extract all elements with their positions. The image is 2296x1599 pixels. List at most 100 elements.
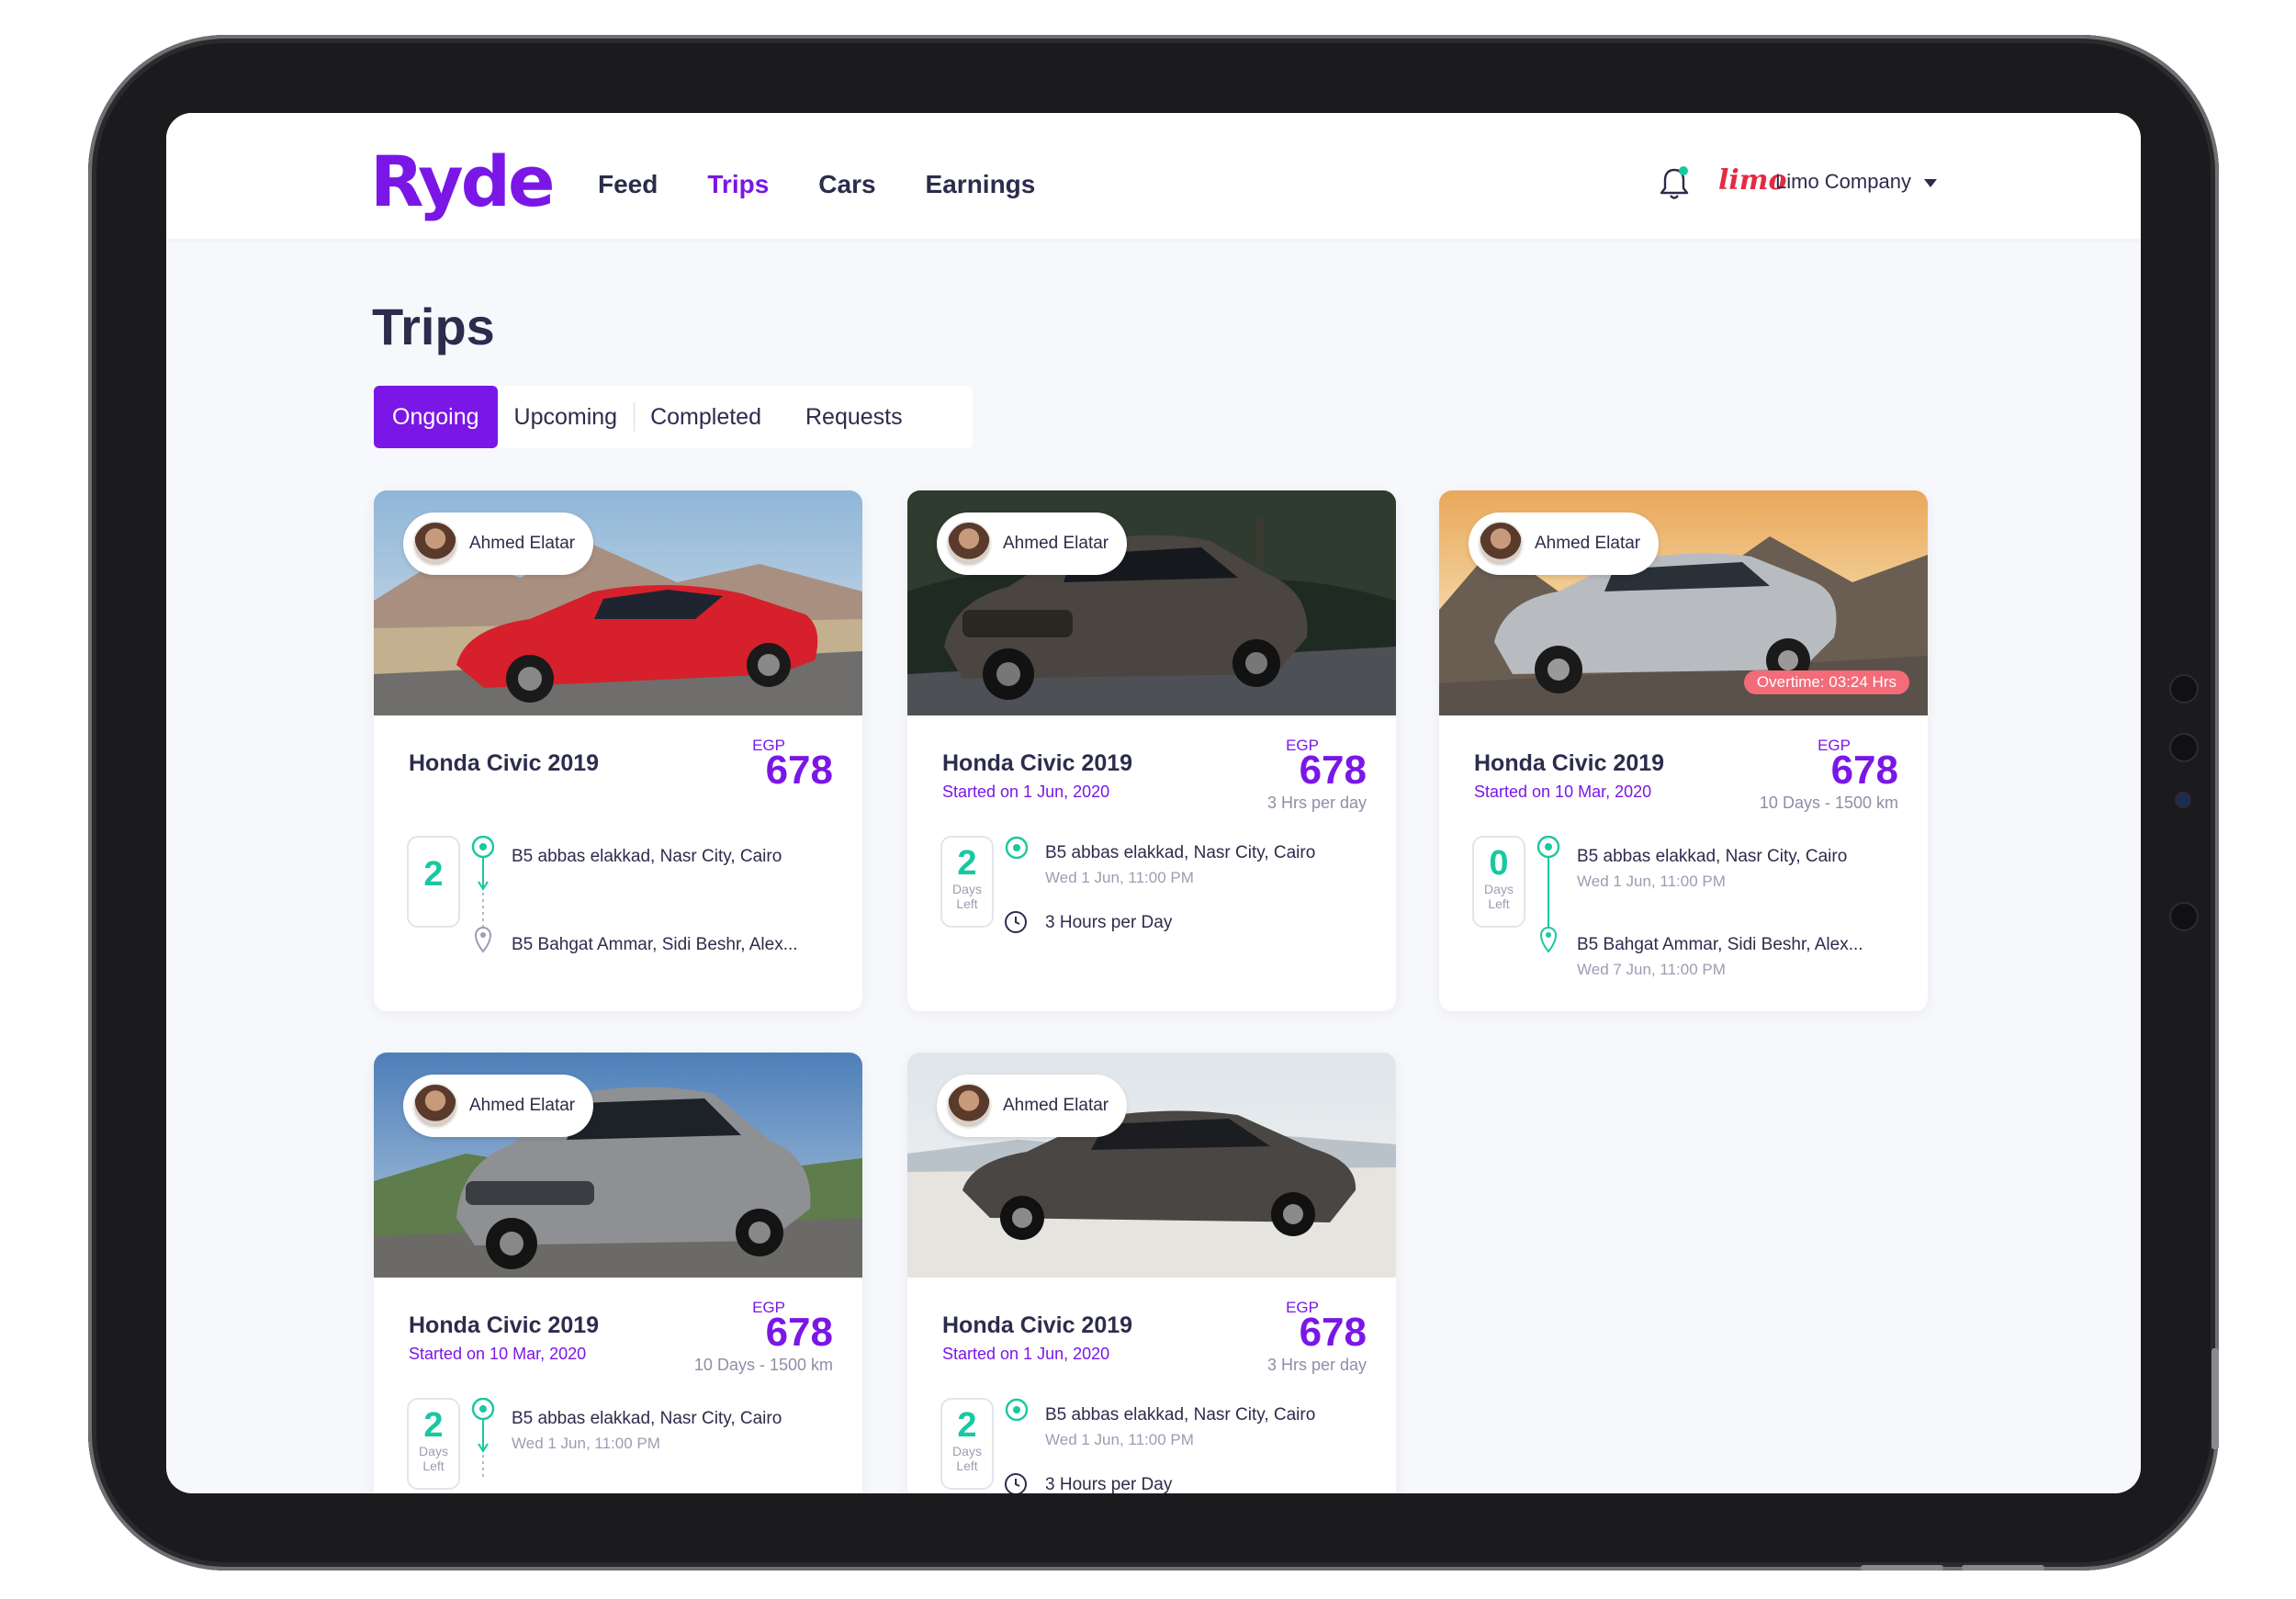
- route-icon: [471, 836, 495, 953]
- pickup-date: Wed 1 Jun, 11:00 PM: [1045, 869, 1194, 886]
- driver-name: Ahmed Elatar: [1535, 534, 1641, 553]
- days-label: Days: [1484, 882, 1514, 896]
- pickup-pin-icon: [1005, 1398, 1029, 1422]
- avatar: [412, 521, 458, 567]
- camera-lens: [2177, 794, 2189, 806]
- days-label: Days: [419, 1444, 448, 1458]
- left-label: Left: [956, 1458, 978, 1473]
- trip-price: 678: [765, 1310, 833, 1355]
- days-left-box: 2 Days Left: [940, 1398, 994, 1490]
- nav-trips[interactable]: Trips: [707, 170, 769, 199]
- pickup-date: Wed 1 Jun, 11:00 PM: [1045, 1431, 1194, 1448]
- driver-name: Ahmed Elatar: [469, 1096, 576, 1115]
- page-title: Trips: [372, 298, 495, 355]
- hours-per-day: 3 Hours per Day: [1045, 913, 1173, 932]
- dropoff-date: Wed 7 Jun, 11:00 PM: [1577, 961, 1726, 978]
- trip-price: 678: [1299, 748, 1367, 793]
- nav-feed[interactable]: Feed: [598, 170, 658, 199]
- driver-badge[interactable]: Ahmed Elatar: [403, 1075, 594, 1137]
- left-label: Left: [1488, 896, 1510, 911]
- days-left-box: 2: [407, 836, 460, 928]
- car-title: Honda Civic 2019: [942, 750, 1133, 776]
- driver-badge[interactable]: Ahmed Elatar: [403, 512, 594, 575]
- start-date: Started on 1 Jun, 2020: [942, 783, 1110, 801]
- pickup-location: B5 abbas elakkad, Nasr City, Cairo: [1045, 1405, 1316, 1424]
- days-left-box: 0 Days Left: [1472, 836, 1525, 928]
- route-icon: [1536, 836, 1560, 953]
- left-label: Left: [422, 1458, 445, 1473]
- avatar: [1478, 521, 1524, 567]
- driver-badge[interactable]: Ahmed Elatar: [937, 1075, 1128, 1137]
- days-left-count: 2: [423, 1406, 444, 1445]
- start-date: Started on 1 Jun, 2020: [942, 1345, 1110, 1363]
- pickup-pin-icon: [1005, 836, 1029, 860]
- power-button: [1861, 1565, 1943, 1571]
- days-left-count: 2: [423, 855, 444, 894]
- company-name[interactable]: Limo Company: [1775, 170, 1911, 194]
- trip-duration: 3 Hrs per day: [1266, 794, 1367, 812]
- power-button-2: [1962, 1565, 2044, 1571]
- nav-earnings[interactable]: Earnings: [926, 170, 1036, 199]
- days-left-count: 2: [957, 844, 977, 883]
- driver-badge[interactable]: Ahmed Elatar: [1469, 512, 1660, 575]
- ryde-logo[interactable]: Ryde: [370, 141, 556, 222]
- trip-price: 678: [1830, 748, 1898, 793]
- main-nav: Feed Trips Cars Earnings: [598, 170, 1035, 199]
- tab-upcoming[interactable]: Upcoming: [498, 386, 635, 448]
- car-title: Honda Civic 2019: [942, 1312, 1133, 1338]
- driver-name: Ahmed Elatar: [1003, 534, 1109, 553]
- days-left-count: 2: [957, 1406, 977, 1445]
- start-date: Started on 10 Mar, 2020: [1474, 783, 1652, 801]
- pickup-location: B5 abbas elakkad, Nasr City, Cairo: [512, 847, 782, 866]
- sensor-dot-3: [2171, 904, 2197, 929]
- pickup-location: B5 abbas elakkad, Nasr City, Cairo: [512, 1409, 782, 1428]
- clock-icon: [1005, 1473, 1027, 1493]
- avatar: [412, 1083, 458, 1129]
- pickup-date: Wed 1 Jun, 11:00 PM: [1577, 873, 1726, 890]
- avatar: [946, 1083, 992, 1129]
- driver-name: Ahmed Elatar: [1003, 1096, 1109, 1115]
- tab-completed[interactable]: Completed: [634, 386, 778, 448]
- days-label: Days: [952, 1444, 982, 1458]
- left-label: Left: [956, 896, 978, 911]
- tab-requests[interactable]: Requests: [778, 386, 919, 448]
- trip-price: 678: [1299, 1310, 1367, 1355]
- trip-tabs: Ongoing Upcoming Completed Requests: [374, 386, 973, 448]
- volume-button: [2212, 1348, 2219, 1449]
- car-title: Honda Civic 2019: [409, 1312, 600, 1338]
- app-screen: Ryde Feed Trips Cars Earnings limo Limo …: [166, 113, 2141, 1493]
- hours-per-day: 3 Hours per Day: [1045, 1475, 1173, 1493]
- overtime-badge: Overtime: 03:24 Hrs: [1743, 670, 1909, 694]
- caret-down-icon[interactable]: [1924, 179, 1937, 187]
- dropoff-location: B5 Bahgat Ammar, Sidi Beshr, Alex...: [512, 935, 798, 954]
- driver-badge[interactable]: Ahmed Elatar: [937, 512, 1128, 575]
- days-left-count: 0: [1489, 844, 1509, 883]
- pickup-location: B5 abbas elakkad, Nasr City, Cairo: [1045, 843, 1316, 862]
- route-icon: [471, 1398, 495, 1481]
- days-left-box: 2 Days Left: [407, 1398, 460, 1490]
- tab-ongoing[interactable]: Ongoing: [374, 386, 498, 448]
- trip-card[interactable]: Ahmed Elatar Overtime: 03:24 Hrs Honda C…: [1439, 490, 1928, 1011]
- trip-card[interactable]: Ahmed Elatar Honda Civic 2019 EGP 678 2 …: [374, 490, 862, 1011]
- trip-duration: 10 Days - 1500 km: [1759, 794, 1898, 812]
- bell-icon[interactable]: [1658, 164, 1691, 201]
- dropoff-location: B5 Bahgat Ammar, Sidi Beshr, Alex...: [1577, 935, 1863, 954]
- days-label: Days: [952, 882, 982, 896]
- top-navbar: Ryde Feed Trips Cars Earnings limo Limo …: [166, 113, 2141, 239]
- start-date: Started on 10 Mar, 2020: [409, 1345, 587, 1363]
- trip-price: 678: [765, 748, 833, 793]
- days-left-box: 2 Days Left: [940, 836, 994, 928]
- car-title: Honda Civic 2019: [409, 750, 600, 776]
- trip-card[interactable]: Ahmed Elatar Honda Civic 2019 Started on…: [374, 1053, 862, 1493]
- sensor-dot-2: [2171, 735, 2197, 760]
- trip-card[interactable]: Ahmed Elatar Honda Civic 2019 Started on…: [907, 490, 1396, 1011]
- nav-cars[interactable]: Cars: [818, 170, 875, 199]
- sensor-dot-1: [2171, 676, 2197, 702]
- trip-duration: 10 Days - 1500 km: [693, 1356, 833, 1374]
- car-title: Honda Civic 2019: [1474, 750, 1665, 776]
- avatar: [946, 521, 992, 567]
- trip-duration: 3 Hrs per day: [1266, 1356, 1367, 1374]
- pickup-location: B5 abbas elakkad, Nasr City, Cairo: [1577, 847, 1848, 866]
- clock-icon: [1005, 911, 1027, 933]
- trip-card[interactable]: Ahmed Elatar Honda Civic 2019 Started on…: [907, 1053, 1396, 1493]
